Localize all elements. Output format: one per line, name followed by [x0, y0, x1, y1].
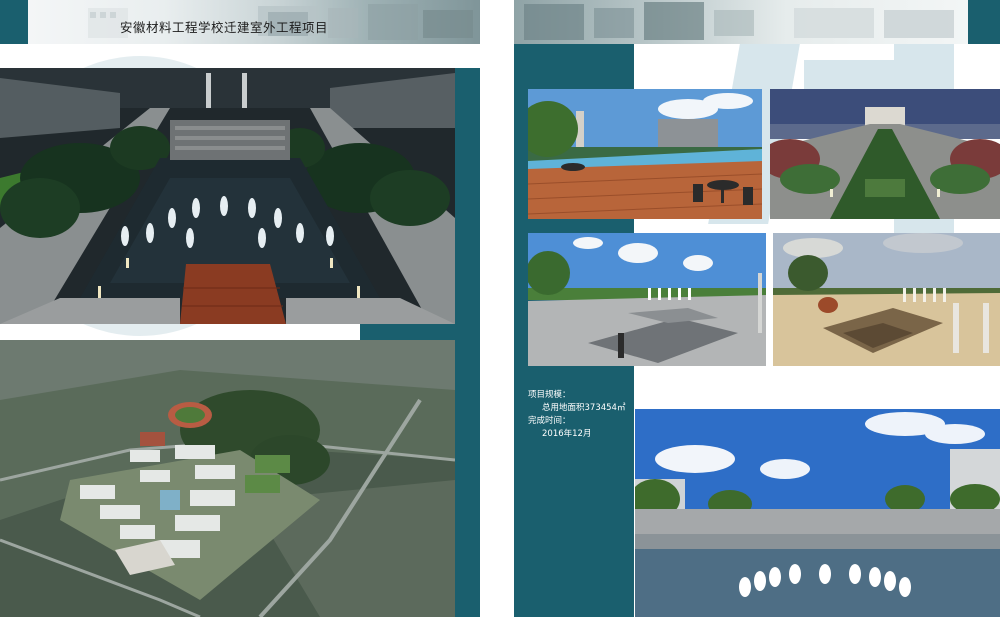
- render-plaza-deck-seating: [528, 89, 762, 219]
- render-aerial-campus: [0, 340, 455, 617]
- left-page: 安徽材料工程学校迁建室外工程项目: [0, 0, 480, 617]
- header-banner-right: [514, 0, 968, 44]
- render-central-axis-dusk: [770, 89, 1000, 219]
- completion-label: 完成时间：: [528, 416, 571, 426]
- render-plaza-paving-day: [528, 233, 766, 366]
- render-fountain-pool-day: [635, 409, 1000, 617]
- header-accent-strip: [0, 0, 28, 44]
- completion-value: 2016年12月: [542, 429, 592, 439]
- page-title: 安徽材料工程学校迁建室外工程项目: [120, 20, 329, 35]
- project-info: 项目规模： 总用地面积373454㎡ 完成时间： 2016年12月: [528, 389, 638, 441]
- render-night-fountain-plaza: [0, 68, 455, 324]
- scale-label: 项目规模：: [528, 390, 571, 400]
- render-plaza-paving-sunset: [773, 233, 1000, 366]
- header-accent-strip-right: [968, 0, 1000, 44]
- header-building-photos-right: [524, 2, 954, 40]
- scale-value: 总用地面积373454㎡: [542, 403, 626, 413]
- right-page: 项目规模： 总用地面积373454㎡ 完成时间： 2016年12月: [514, 0, 1000, 617]
